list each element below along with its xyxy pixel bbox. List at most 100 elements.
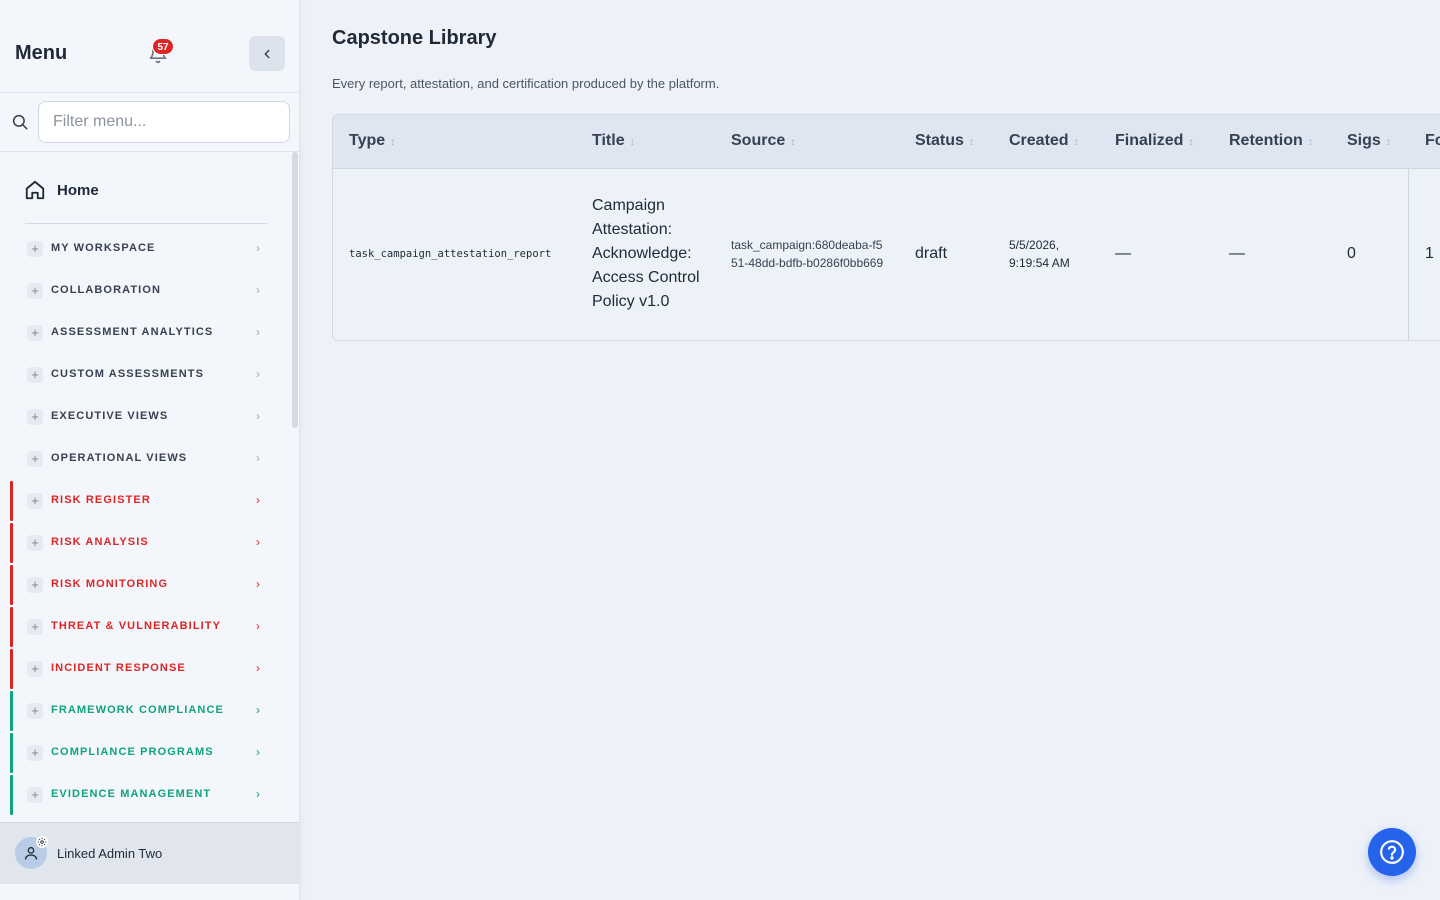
section-accent-bar bbox=[10, 565, 13, 605]
collapse-sidebar-button[interactable] bbox=[249, 36, 285, 71]
library-table: Type ↕ Title ↕ Source ↕ Status ↕ Created ↕ Fi… bbox=[332, 114, 1440, 341]
search-icon bbox=[12, 114, 28, 130]
section-accent-bar bbox=[10, 733, 13, 773]
user-name: Linked Admin Two bbox=[57, 846, 163, 861]
plus-icon[interactable]: + bbox=[27, 703, 43, 719]
plus-icon[interactable]: + bbox=[27, 367, 43, 383]
home-icon bbox=[25, 180, 45, 200]
cell-source: task_campaign:680deaba-f551-48dd-bdfb-b0… bbox=[731, 238, 884, 271]
plus-icon[interactable]: + bbox=[27, 745, 43, 761]
plus-icon[interactable]: + bbox=[27, 283, 43, 299]
section-accent-bar bbox=[10, 607, 13, 647]
plus-icon[interactable]: + bbox=[27, 661, 43, 677]
sort-icon: ↕ bbox=[1073, 137, 1079, 149]
sidebar-item-label: Executive Views bbox=[51, 410, 169, 422]
chevron-right-icon: › bbox=[256, 241, 260, 255]
gear-icon bbox=[36, 836, 48, 848]
cell-created: 5/5/2026, 9:19:54 AM bbox=[1009, 238, 1070, 271]
sidebar-scrollbar[interactable] bbox=[292, 152, 298, 428]
sidebar-item-my-workspace[interactable]: + My Workspace › bbox=[0, 228, 290, 270]
sidebar-item-risk-monitoring[interactable]: + Risk Monitoring › bbox=[0, 564, 290, 606]
help-button[interactable] bbox=[1368, 828, 1416, 876]
page-subtitle: Every report, attestation, and certifica… bbox=[332, 76, 720, 91]
chevron-left-icon bbox=[264, 49, 270, 58]
sidebar-item-label: Evidence Management bbox=[51, 788, 212, 800]
chevron-right-icon: › bbox=[256, 661, 260, 675]
sidebar-title: Menu bbox=[15, 42, 68, 64]
column-header-status[interactable]: Status ↕ bbox=[899, 115, 993, 168]
sort-icon: ↕ bbox=[968, 137, 974, 149]
sidebar-item-compliance-programs[interactable]: + Compliance Programs › bbox=[0, 732, 290, 774]
column-header-type[interactable]: Type ↕ bbox=[333, 115, 576, 168]
column-label: Type bbox=[349, 132, 386, 150]
sidebar-item-evidence-management[interactable]: + Evidence Management › bbox=[0, 774, 290, 816]
sort-icon: ↕ bbox=[390, 137, 396, 149]
chevron-right-icon: › bbox=[256, 577, 260, 591]
sidebar-item-framework-compliance[interactable]: + Framework Compliance › bbox=[0, 690, 290, 732]
column-label: Fo bbox=[1425, 132, 1440, 150]
chevron-right-icon: › bbox=[256, 535, 260, 549]
sidebar-item-label: Operational Views bbox=[51, 452, 188, 464]
column-header-title[interactable]: Title ↕ bbox=[576, 115, 715, 168]
help-icon bbox=[1380, 840, 1404, 864]
sidebar-item-assessment-analytics[interactable]: + Assessment Analytics › bbox=[0, 312, 290, 354]
chevron-right-icon: › bbox=[256, 493, 260, 507]
home-label: Home bbox=[57, 181, 99, 199]
menu-section-list: + My Workspace › + Collaboration › + Assessment… bbox=[0, 228, 290, 816]
sidebar-item-label: Risk Analysis bbox=[51, 536, 149, 548]
column-label: Title bbox=[592, 132, 625, 150]
column-header-retention[interactable]: Retention ↕ bbox=[1213, 115, 1331, 168]
cell-retention: — bbox=[1229, 245, 1245, 263]
sidebar-item-label: Assessment Analytics bbox=[51, 326, 214, 338]
sidebar-item-risk-analysis[interactable]: + Risk Analysis › bbox=[0, 522, 290, 564]
user-icon bbox=[25, 847, 37, 860]
cell-type: task_campaign_attestation_report bbox=[349, 248, 552, 261]
table-header-row: Type ↕ Title ↕ Source ↕ Status ↕ Created ↕ Fi… bbox=[333, 115, 1440, 168]
column-label: Source bbox=[731, 132, 786, 150]
column-header-source[interactable]: Source ↕ bbox=[715, 115, 899, 168]
plus-icon[interactable]: + bbox=[27, 577, 43, 593]
column-label: Created bbox=[1009, 132, 1069, 150]
column-header-fo[interactable]: Fo bbox=[1409, 115, 1440, 168]
cell-finalized: — bbox=[1115, 245, 1131, 263]
plus-icon[interactable]: + bbox=[27, 787, 43, 803]
column-label: Sigs bbox=[1347, 132, 1381, 150]
sidebar-item-incident-response[interactable]: + Incident Response › bbox=[0, 648, 290, 690]
sidebar-item-label: Custom Assessments bbox=[51, 368, 205, 380]
plus-icon[interactable]: + bbox=[27, 493, 43, 509]
notification-badge: 57 bbox=[152, 38, 174, 55]
section-accent-bar bbox=[10, 481, 13, 521]
sidebar-menu: Home + My Workspace › + Collaboration › + Asses… bbox=[0, 152, 300, 822]
menu-search bbox=[0, 93, 299, 152]
sidebar-item-label: Collaboration bbox=[51, 284, 162, 296]
column-header-sigs[interactable]: Sigs ↕ bbox=[1331, 115, 1409, 168]
plus-icon[interactable]: + bbox=[27, 241, 43, 257]
sidebar-item-risk-register[interactable]: + Risk Register › bbox=[0, 480, 290, 522]
plus-icon[interactable]: + bbox=[27, 409, 43, 425]
user-footer[interactable]: Linked Admin Two bbox=[0, 822, 300, 884]
sidebar-item-home[interactable]: Home bbox=[24, 176, 99, 204]
sidebar-item-label: Threat & Vulnerability bbox=[51, 620, 222, 632]
plus-icon[interactable]: + bbox=[27, 451, 43, 467]
sidebar-item-threat-vulnerability[interactable]: + Threat & Vulnerability › bbox=[0, 606, 290, 648]
plus-icon[interactable]: + bbox=[27, 325, 43, 341]
sidebar: Menu 57 Home + My Workspace › + Collaboratio… bbox=[0, 0, 300, 900]
table-row[interactable]: task_campaign_attestation_report Campaig… bbox=[333, 168, 1440, 340]
sort-icon: ↕ bbox=[629, 137, 635, 149]
sort-icon: ↕ bbox=[1188, 137, 1194, 149]
sidebar-item-collaboration[interactable]: + Collaboration › bbox=[0, 270, 290, 312]
sidebar-item-label: Risk Monitoring bbox=[51, 578, 169, 590]
plus-icon[interactable]: + bbox=[27, 535, 43, 551]
sort-icon: ↕ bbox=[790, 137, 796, 149]
sidebar-item-operational-views[interactable]: + Operational Views › bbox=[0, 438, 290, 480]
column-header-created[interactable]: Created ↕ bbox=[993, 115, 1099, 168]
cell-status: draft bbox=[915, 245, 948, 263]
sidebar-item-custom-assessments[interactable]: + Custom Assessments › bbox=[0, 354, 290, 396]
chevron-right-icon: › bbox=[256, 745, 260, 759]
main-content: Capstone Library Every report, attestati… bbox=[301, 0, 1440, 900]
sidebar-item-label: Compliance Programs bbox=[51, 746, 214, 758]
sidebar-item-executive-views[interactable]: + Executive Views › bbox=[0, 396, 290, 438]
plus-icon[interactable]: + bbox=[27, 619, 43, 635]
column-header-finalized[interactable]: Finalized ↕ bbox=[1099, 115, 1213, 168]
filter-menu-input[interactable] bbox=[38, 101, 290, 143]
